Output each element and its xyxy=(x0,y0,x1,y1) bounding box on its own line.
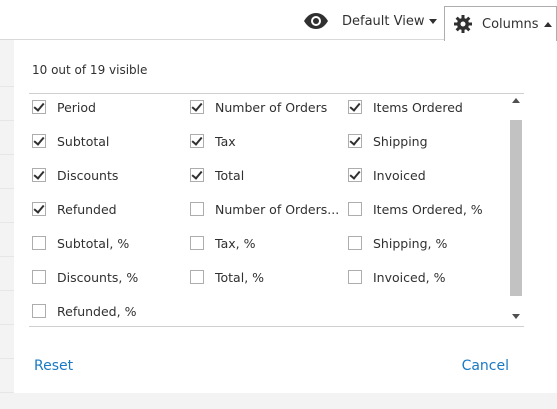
column-option-number-of-orders[interactable]: Number of Orders xyxy=(190,97,327,117)
column-option-number-of-orders-pct[interactable]: Number of Orders... xyxy=(190,199,339,219)
column-option-label: Shipping, % xyxy=(373,235,448,251)
visible-count-label: 10 out of 19 visible xyxy=(32,63,148,77)
column-option-total[interactable]: Total xyxy=(190,165,244,185)
columns-button[interactable]: Columns xyxy=(444,6,557,41)
column-option-label: Tax, % xyxy=(215,235,256,251)
checkbox[interactable] xyxy=(32,270,46,284)
column-option-items-ordered-pct[interactable]: Items Ordered, % xyxy=(348,199,483,219)
column-option-refunded-pct[interactable]: Refunded, % xyxy=(32,301,136,321)
column-option-label: Total, % xyxy=(215,269,265,285)
column-option-shipping-pct[interactable]: Shipping, % xyxy=(348,233,447,253)
view-switcher-label: Default View xyxy=(342,13,425,29)
checkbox[interactable] xyxy=(348,134,362,148)
checkbox[interactable] xyxy=(348,100,362,114)
column-option-label: Discounts xyxy=(57,167,119,183)
checkbox[interactable] xyxy=(348,270,362,284)
column-option-refunded[interactable]: Refunded xyxy=(32,199,117,219)
column-option-label: Subtotal, % xyxy=(57,235,130,251)
column-option-label: Items Ordered, % xyxy=(373,201,483,217)
columns-panel: 10 out of 19 visible Period Number of Or… xyxy=(14,40,557,393)
checkbox[interactable] xyxy=(190,270,204,284)
column-option-label: Subtotal xyxy=(57,133,110,149)
checkbox[interactable] xyxy=(348,236,362,250)
checkbox[interactable] xyxy=(190,202,204,216)
chevron-up-icon xyxy=(543,21,552,27)
column-option-label: Items Ordered xyxy=(373,99,463,115)
column-option-items-ordered[interactable]: Items Ordered xyxy=(348,97,463,117)
reset-button[interactable]: Reset xyxy=(34,358,73,374)
column-option-label: Discounts, % xyxy=(57,269,139,285)
checkbox[interactable] xyxy=(190,134,204,148)
column-option-label: Invoiced, % xyxy=(373,269,446,285)
checkbox[interactable] xyxy=(190,100,204,114)
column-option-label: Invoiced xyxy=(373,167,426,183)
column-option-subtotal[interactable]: Subtotal xyxy=(32,131,109,151)
column-option-label: Number of Orders... xyxy=(215,201,340,217)
column-option-label: Number of Orders xyxy=(215,99,328,115)
column-option-label: Refunded, % xyxy=(57,303,137,319)
scroll-up-icon[interactable] xyxy=(512,98,520,103)
column-option-invoiced[interactable]: Invoiced xyxy=(348,165,426,185)
column-option-label: Refunded xyxy=(57,201,117,217)
checkbox[interactable] xyxy=(32,304,46,318)
checkbox[interactable] xyxy=(32,100,46,114)
scroll-thumb[interactable] xyxy=(510,120,522,296)
checkbox[interactable] xyxy=(32,202,46,216)
checkbox[interactable] xyxy=(32,168,46,182)
column-option-discounts-pct[interactable]: Discounts, % xyxy=(32,267,138,287)
checkbox[interactable] xyxy=(32,134,46,148)
column-option-label: Total xyxy=(215,167,245,183)
scroll-down-icon[interactable] xyxy=(512,314,520,319)
column-option-tax-pct[interactable]: Tax, % xyxy=(190,233,255,253)
column-option-subtotal-pct[interactable]: Subtotal, % xyxy=(32,233,129,253)
gear-icon xyxy=(454,15,472,33)
column-option-tax[interactable]: Tax xyxy=(190,131,236,151)
column-option-label: Period xyxy=(57,99,96,115)
checkbox[interactable] xyxy=(348,168,362,182)
view-switcher[interactable]: Default View xyxy=(303,8,438,34)
columns-button-label: Columns xyxy=(482,16,539,32)
options-scrollbar[interactable] xyxy=(509,94,523,325)
chevron-down-icon xyxy=(429,18,438,24)
checkbox[interactable] xyxy=(190,236,204,250)
eye-icon xyxy=(304,13,328,29)
cancel-button[interactable]: Cancel xyxy=(462,358,509,374)
column-option-invoiced-pct[interactable]: Invoiced, % xyxy=(348,267,445,287)
column-option-shipping[interactable]: Shipping xyxy=(348,131,428,151)
column-option-label: Shipping xyxy=(373,133,428,149)
checkbox[interactable] xyxy=(190,168,204,182)
column-options-list[interactable]: Period Number of Orders Items Ordered Su… xyxy=(29,93,524,327)
column-option-discounts[interactable]: Discounts xyxy=(32,165,118,185)
checkbox[interactable] xyxy=(348,202,362,216)
checkbox[interactable] xyxy=(32,236,46,250)
column-option-total-pct[interactable]: Total, % xyxy=(190,267,264,287)
column-option-label: Tax xyxy=(215,133,236,149)
column-option-period[interactable]: Period xyxy=(32,97,96,117)
